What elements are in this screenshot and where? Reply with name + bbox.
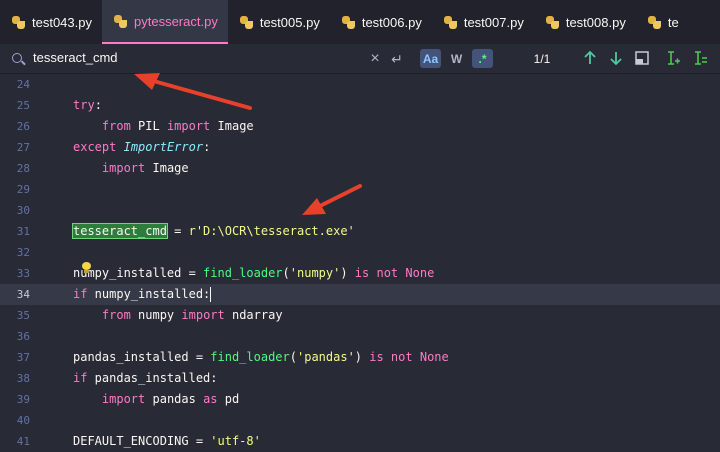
annotation-arrows [134, 73, 362, 215]
annotation-arrow-code [302, 184, 362, 215]
annotation-arrow-search [134, 73, 252, 110]
